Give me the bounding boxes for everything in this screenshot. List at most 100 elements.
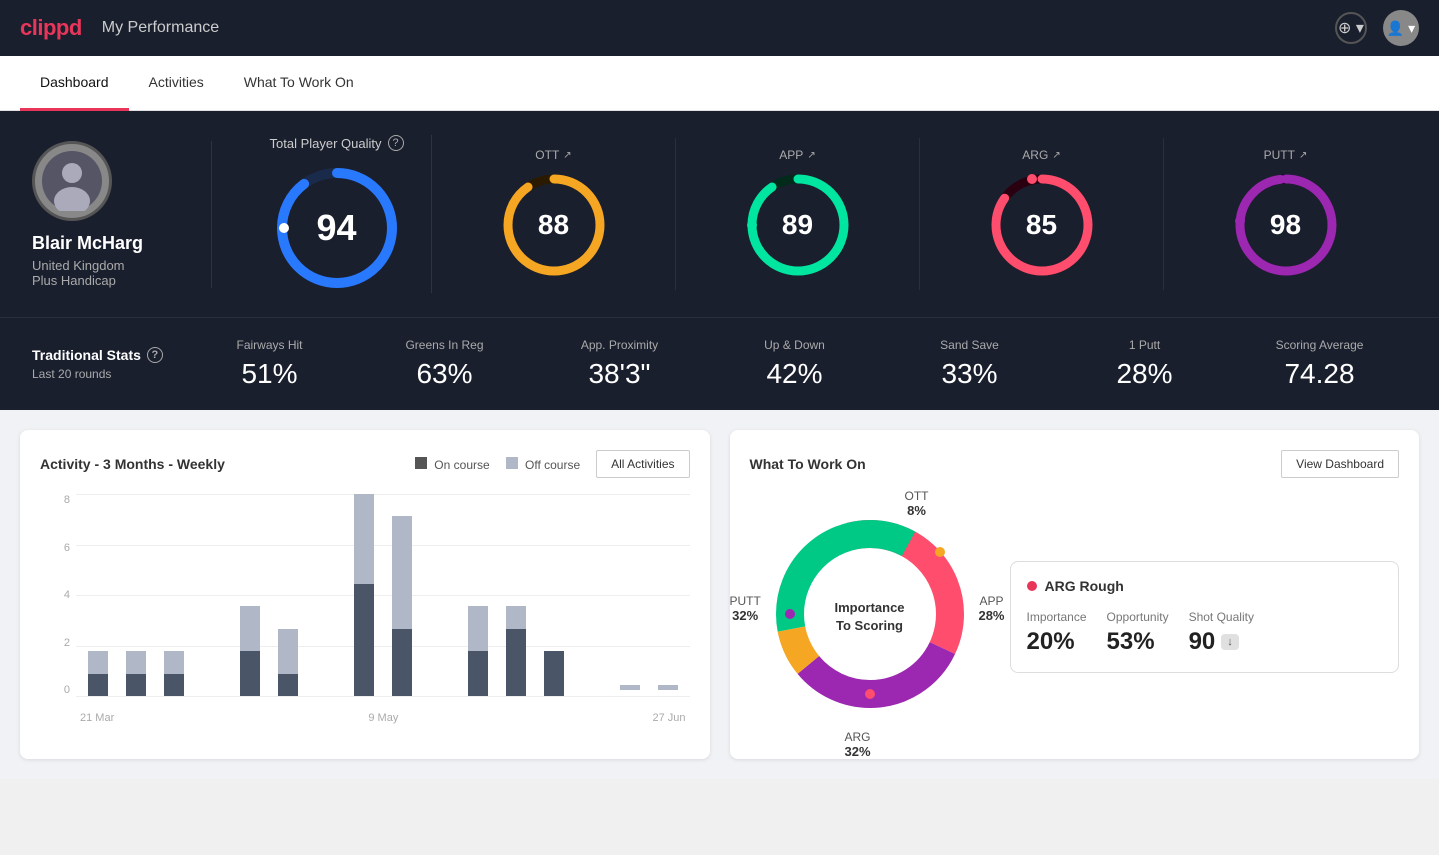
stat-fairways-value: 51% [182,358,357,390]
ott-label: OTT ↗ [535,148,571,162]
putt-value: 98 [1270,209,1301,241]
work-on-title: What To Work On [750,456,866,472]
bar-stack-0 [88,651,108,696]
page-title: My Performance [102,19,219,37]
on-course-legend: On course [415,457,490,472]
on-course-dot [415,457,427,469]
bar-group-2 [156,494,191,696]
off-course-legend: Off course [506,457,580,472]
stat-proximity-value: 38'3" [532,358,707,390]
bar-off-14 [620,685,640,691]
arg-circle: 85 [987,170,1097,280]
stat-greens-label: Greens In Reg [357,338,532,352]
x-label-may: 9 May [368,712,398,724]
bar-group-15 [650,494,685,696]
player-country: United Kingdom [32,258,125,273]
metric-importance: Importance 20% [1027,610,1087,656]
activity-card: Activity - 3 Months - Weekly On course O… [20,430,710,759]
tpq-help-icon[interactable]: ? [388,135,404,151]
activity-title: Activity - 3 Months - Weekly [40,456,225,472]
stat-updown-value: 42% [707,358,882,390]
bar-group-10 [460,494,495,696]
player-name: Blair McHarg [32,233,143,254]
y-label-0: 0 [64,684,70,696]
y-label-6: 6 [64,542,70,554]
stat-1putt-value: 28% [1057,358,1232,390]
putt-label: PUTT ↗ [1264,148,1308,162]
bar-on-2 [164,674,184,696]
bar-group-4 [232,494,267,696]
app-circle: 89 [743,170,853,280]
y-label-2: 2 [64,637,70,649]
ott-circle: 88 [499,170,609,280]
stat-updown-label: Up & Down [707,338,882,352]
app-label: APP ↗ [779,148,815,162]
tpq-section: Total Player Quality ? 94 [212,135,432,293]
stat-app-proximity: App. Proximity 38'3" [532,338,707,390]
donut-label-arg: ARG 32% [845,730,871,759]
logo: clippd [20,15,82,41]
header-right: ⊕ ▾ 👤 ▾ [1335,10,1419,46]
stat-sandsave-label: Sand Save [882,338,1057,352]
y-label-8: 8 [64,494,70,506]
stat-scoring-value: 74.28 [1232,358,1407,390]
bar-off-4 [240,606,260,651]
view-dashboard-button[interactable]: View Dashboard [1281,450,1399,478]
header: clippd My Performance ⊕ ▾ 👤 ▾ [0,0,1439,56]
importance-value: 20% [1027,628,1087,656]
bar-off-1 [126,651,146,673]
player-banner: Blair McHarg United Kingdom Plus Handica… [0,111,1439,317]
opportunity-value: 53% [1107,628,1169,656]
bar-group-3 [194,494,229,696]
arg-value: 85 [1026,209,1057,241]
bar-stack-7 [354,494,374,696]
bar-group-14 [612,494,647,696]
stat-proximity-label: App. Proximity [532,338,707,352]
score-card-app: APP ↗ 89 [676,138,920,290]
nav-tabs: Dashboard Activities What To Work On [0,56,1439,111]
info-card: ARG Rough Importance 20% Opportunity 53%… [1010,561,1400,673]
stat-scoring-label: Scoring Average [1232,338,1407,352]
bar-off-5 [278,629,298,674]
bar-chart: 8 6 4 2 0 21 Mar 9 May 27 Jun [40,494,690,724]
avatar[interactable]: 👤 ▾ [1383,10,1419,46]
bar-group-0 [80,494,115,696]
bar-group-7 [346,494,381,696]
bar-stack-5 [278,629,298,696]
tab-what-to-work-on[interactable]: What To Work On [224,56,374,111]
metric-shot-quality: Shot Quality 90 ↓ [1189,610,1254,656]
add-button[interactable]: ⊕ ▾ [1335,12,1367,44]
player-handicap: Plus Handicap [32,273,116,288]
stat-sand-save: Sand Save 33% [882,338,1057,390]
stat-1-putt: 1 Putt 28% [1057,338,1232,390]
activity-legend: On course Off course [415,457,580,472]
bar-stack-14 [620,685,640,696]
bar-on-1 [126,674,146,696]
tab-dashboard[interactable]: Dashboard [20,56,129,111]
stat-up-and-down: Up & Down 42% [707,338,882,390]
stat-greens-value: 63% [357,358,532,390]
all-activities-button[interactable]: All Activities [596,450,689,478]
bar-stack-8 [392,516,412,696]
ott-arrow-icon: ↗ [563,150,571,161]
stat-scoring-average: Scoring Average 74.28 [1232,338,1407,390]
tpq-circle: 94 [272,163,402,293]
bar-on-8 [392,629,412,696]
arg-label: ARG ↗ [1022,148,1060,162]
shot-quality-badge: ↓ [1221,634,1239,650]
bar-on-0 [88,674,108,696]
trad-stats-help-icon[interactable]: ? [147,347,163,363]
stat-fairways-hit: Fairways Hit 51% [182,338,357,390]
donut-chart-wrap: Importance To Scoring OTT 8% APP 28% [750,494,990,739]
activity-header: Activity - 3 Months - Weekly On course O… [40,450,690,478]
score-card-ott: OTT ↗ 88 [432,138,676,290]
shot-quality-value: 90 [1189,628,1216,656]
info-metrics: Importance 20% Opportunity 53% Shot Qual… [1027,610,1383,656]
score-card-arg: ARG ↗ 85 [920,138,1164,290]
tab-activities[interactable]: Activities [129,56,224,111]
work-on-header: What To Work On View Dashboard [750,450,1400,478]
bar-off-0 [88,651,108,673]
metric-opportunity: Opportunity 53% [1107,610,1169,656]
tpq-value: 94 [316,207,356,249]
bar-group-11 [498,494,533,696]
